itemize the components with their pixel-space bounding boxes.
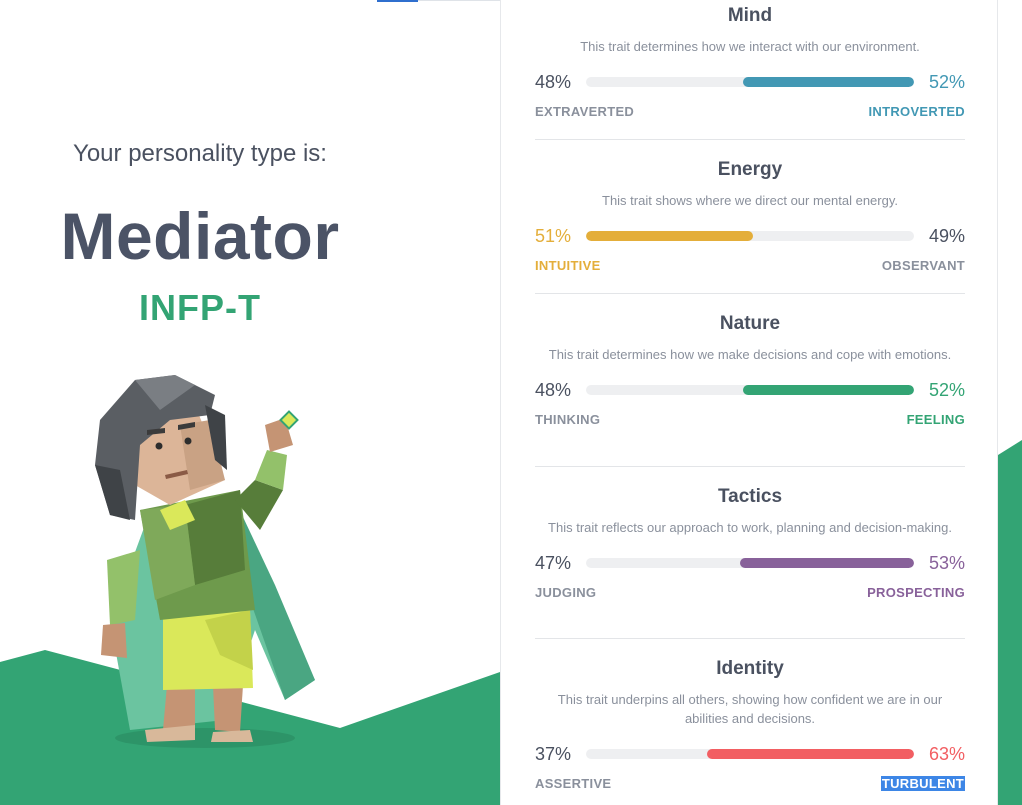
mediator-character-icon	[95, 375, 315, 748]
trait-identity: Identity This trait underpins all others…	[535, 658, 965, 794]
trait-energy: Energy This trait shows where we direct …	[535, 159, 965, 276]
bar-track	[586, 231, 914, 241]
trait-labels: THINKING FEELING	[535, 412, 965, 430]
bar-track	[586, 558, 914, 568]
trait-separator	[535, 466, 965, 467]
trait-labels: ASSERTIVE TURBULENT	[535, 776, 965, 794]
left-percent: 47%	[535, 553, 572, 573]
trait-separator	[535, 638, 965, 639]
trait-title: Nature	[719, 313, 781, 334]
bar-fill	[740, 558, 914, 568]
trait-nature: Nature This trait determines how we make…	[535, 313, 965, 430]
bar-fill	[707, 749, 914, 759]
right-percent: 63%	[928, 744, 965, 764]
right-label: OBSERVANT	[881, 258, 965, 273]
right-percent: 52%	[928, 380, 965, 400]
bar-fill	[586, 231, 754, 241]
trait-title: Mind	[727, 5, 773, 26]
personality-type-code: INFP-T	[139, 287, 261, 328]
trait-tactics: Tactics This trait reflects our approach…	[535, 486, 965, 603]
trait-title: Tactics	[717, 486, 783, 507]
right-percent: 52%	[928, 72, 965, 92]
trait-separator	[535, 139, 965, 140]
left-percent: 48%	[535, 72, 572, 92]
trait-description: This trait underpins all others, showing…	[557, 692, 943, 726]
left-label: EXTRAVERTED	[535, 104, 635, 119]
trait-labels: JUDGING PROSPECTING	[535, 585, 965, 603]
bar-track	[586, 749, 914, 759]
trait-title: Identity	[716, 658, 784, 679]
left-label: ASSERTIVE	[535, 776, 612, 791]
result-panel: Your personality type is: Mediator INFP-…	[0, 0, 500, 805]
right-percent: 53%	[928, 553, 965, 573]
bar-fill	[743, 77, 914, 87]
trait-separator	[535, 293, 965, 294]
trait-bar: 47% 53%	[535, 551, 965, 575]
green-edge-background	[998, 440, 1022, 805]
bar-track	[586, 385, 914, 395]
trait-mind: Mind This trait determines how we intera…	[535, 5, 965, 122]
trait-labels: EXTRAVERTED INTROVERTED	[535, 104, 965, 122]
trait-title: Energy	[717, 159, 783, 180]
result-intro: Your personality type is:	[73, 140, 327, 167]
traits-panel: Mind This trait determines how we intera…	[501, 0, 997, 805]
right-label: FEELING	[906, 412, 965, 427]
bar-track	[586, 77, 914, 87]
trait-description: This trait shows where we direct our men…	[602, 193, 898, 208]
left-percent: 37%	[535, 744, 572, 764]
right-percent: 49%	[928, 226, 965, 246]
trait-description: This trait determines how we interact wi…	[580, 39, 920, 54]
left-label: THINKING	[535, 412, 601, 427]
trait-labels: INTUITIVE OBSERVANT	[535, 258, 965, 276]
right-label-selected: TURBULENT	[880, 776, 965, 791]
left-label: JUDGING	[535, 585, 597, 600]
left-percent: 51%	[535, 226, 572, 246]
trait-description: This trait determines how we make decisi…	[548, 347, 952, 362]
trait-bar: 51% 49%	[535, 224, 965, 248]
left-percent: 48%	[535, 380, 572, 400]
right-label: INTROVERTED	[868, 104, 965, 119]
trait-bar: 37% 63%	[535, 742, 965, 766]
trait-bar: 48% 52%	[535, 70, 965, 94]
right-label: PROSPECTING	[867, 585, 965, 600]
left-label: INTUITIVE	[535, 258, 601, 273]
personality-type-name: Mediator	[60, 199, 340, 273]
trait-bar: 48% 52%	[535, 378, 965, 402]
bar-fill	[743, 385, 914, 395]
trait-description: This trait reflects our approach to work…	[548, 520, 952, 535]
